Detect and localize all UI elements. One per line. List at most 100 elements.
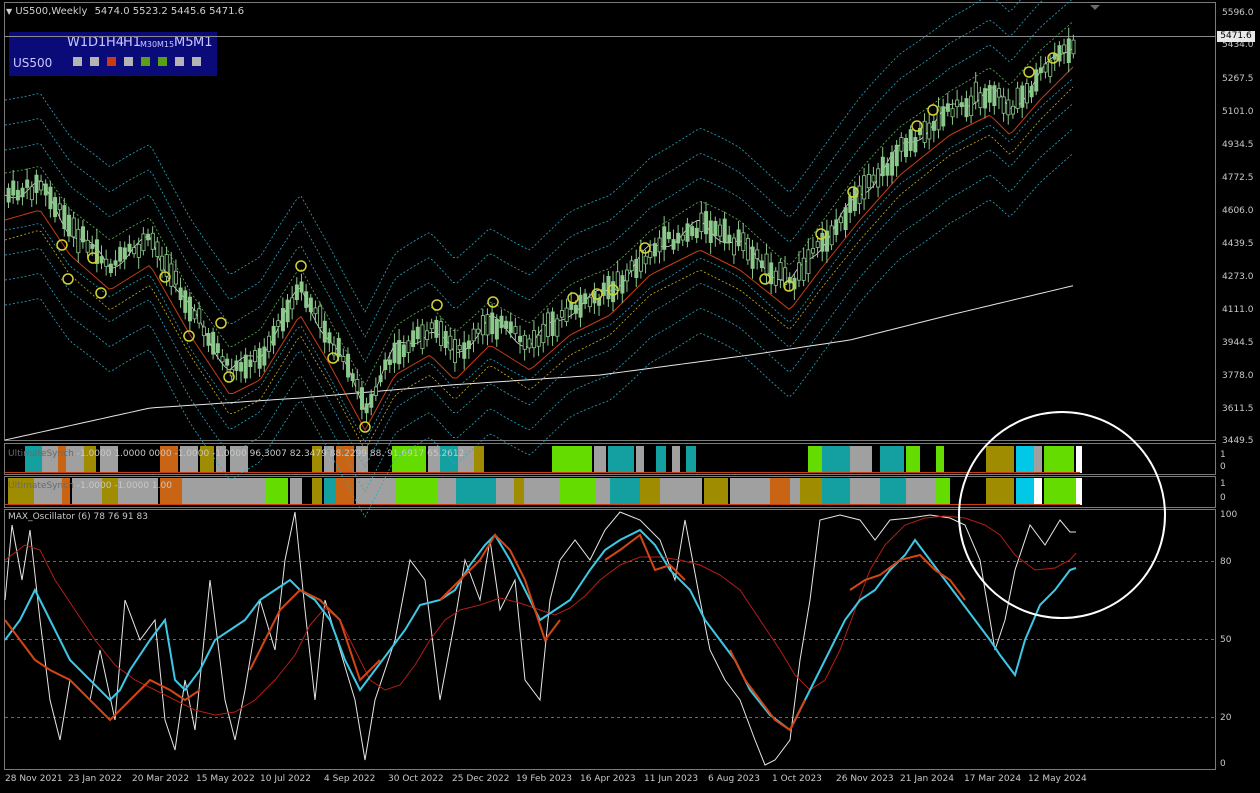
envelope-band — [4, 0, 1072, 363]
price-tick: 4111.0 — [1222, 305, 1254, 315]
candle-body — [304, 291, 309, 308]
synch-bar-segment — [986, 446, 1014, 473]
candle-body — [820, 232, 825, 252]
candle-body — [797, 262, 802, 281]
indicator1-scale-bottom: 0 — [1220, 462, 1226, 472]
candle-body — [969, 95, 974, 116]
synch-bar-segment — [324, 478, 336, 505]
candle-body — [364, 403, 369, 414]
candle-body — [136, 243, 141, 258]
candle-body — [559, 310, 564, 318]
oscillator-level: 20 — [1220, 713, 1232, 723]
candle-body — [745, 238, 750, 261]
synch-bar-segment — [850, 478, 880, 505]
date-tick: 25 Dec 2022 — [452, 774, 510, 784]
candle-body — [369, 393, 374, 408]
candle-body — [1071, 39, 1076, 55]
synch-bar-segment — [800, 478, 822, 505]
candle-body — [420, 324, 425, 349]
candle-body — [555, 318, 560, 337]
candle-body — [187, 296, 192, 322]
candle-body — [755, 249, 760, 259]
shift-marker-icon[interactable] — [1090, 5, 1100, 10]
candle-body — [959, 102, 964, 108]
candle-body — [648, 251, 653, 259]
candle-body — [1066, 38, 1071, 64]
date-tick: 1 Oct 2023 — [772, 774, 822, 784]
candle-body — [834, 219, 839, 235]
date-tick: 28 Nov 2021 — [5, 774, 63, 784]
chart-canvas[interactable] — [0, 0, 1260, 793]
candle-body — [671, 239, 676, 250]
candle-body — [173, 270, 178, 285]
candle-body — [299, 281, 304, 293]
synch-bar-segment — [290, 478, 302, 505]
candle-body — [513, 326, 518, 335]
candle-body — [978, 92, 983, 109]
candle-body — [406, 340, 411, 353]
candle-body — [39, 180, 44, 191]
candle-body — [411, 330, 416, 347]
price-tick: 4772.5 — [1222, 173, 1254, 183]
candle-body — [736, 229, 741, 247]
candle-body — [276, 320, 281, 327]
candle-body — [211, 331, 216, 355]
synch-bar-segment — [986, 478, 1014, 505]
candle-body — [248, 359, 253, 368]
candle-body — [1011, 105, 1016, 115]
candle-body — [253, 350, 258, 363]
candle-body — [183, 290, 188, 313]
synch-bar-segment — [396, 478, 438, 505]
synch-bar-segment — [906, 478, 936, 505]
candle-body — [150, 232, 155, 250]
candle-body — [448, 335, 453, 351]
candle-body — [546, 312, 551, 337]
envelope-band — [4, 0, 1044, 338]
candle-body — [941, 106, 946, 127]
candle-body — [29, 186, 34, 201]
candle-body — [313, 307, 318, 315]
candle-body — [462, 342, 467, 359]
synch-bar-segment — [730, 478, 770, 505]
synch-bar-segment — [1034, 446, 1042, 473]
candle-body — [857, 185, 862, 205]
candle-body — [327, 332, 332, 344]
synch-bar-segment — [936, 478, 950, 505]
chart-window[interactable]: ▼ US500,Weekly 5474.0 5523.2 5445.6 5471… — [0, 0, 1260, 793]
synch-bar-segment — [610, 478, 640, 505]
candle-body — [392, 342, 397, 364]
synch-bar-segment — [456, 478, 496, 505]
date-tick: 19 Feb 2023 — [516, 774, 573, 784]
candle-body — [652, 243, 657, 257]
candle-body — [690, 226, 695, 237]
synch-bar-segment — [850, 446, 872, 473]
synch-bar-segment — [594, 446, 606, 473]
annotation-circle — [958, 411, 1166, 619]
candle-body — [15, 189, 20, 201]
candle-body — [620, 275, 625, 294]
oscillator-title: MAX_Oscillator (6) 78 76 91 83 — [8, 512, 148, 522]
candle-body — [43, 183, 48, 196]
signal-circle — [1023, 66, 1035, 78]
candle-body — [215, 343, 220, 354]
candle-body — [434, 319, 439, 338]
candle-body — [536, 334, 541, 347]
candle-body — [415, 326, 420, 340]
candle-body — [843, 207, 848, 231]
candle-body — [6, 187, 11, 203]
candle-body — [894, 144, 899, 167]
synch-bar-segment — [880, 478, 906, 505]
candle-body — [778, 262, 783, 281]
synch-bar-segment — [686, 446, 696, 473]
candle-body — [397, 340, 402, 365]
candle-body — [927, 122, 932, 140]
candle-body — [457, 344, 462, 351]
candle-body — [108, 263, 113, 274]
candle-body — [178, 287, 183, 301]
candle-body — [11, 180, 16, 196]
candle-body — [699, 212, 704, 233]
candle-body — [741, 232, 746, 252]
moving-average-red — [4, 66, 1074, 432]
candle-body — [127, 243, 132, 252]
candle-body — [987, 85, 992, 103]
